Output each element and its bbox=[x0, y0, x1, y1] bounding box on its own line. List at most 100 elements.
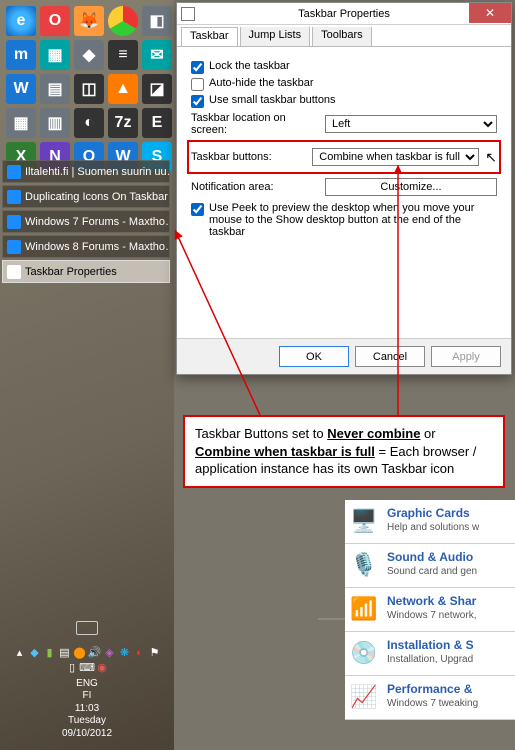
tray-icon[interactable]: ❋ bbox=[119, 647, 131, 659]
time: 11:03 bbox=[0, 703, 174, 716]
maxthon-icon bbox=[7, 165, 21, 179]
apply-button[interactable]: Apply bbox=[431, 346, 501, 367]
taskbar-item[interactable]: Taskbar Properties bbox=[2, 260, 170, 283]
dialog-body: Lock the taskbar Auto-hide the taskbar U… bbox=[177, 47, 511, 360]
customize-button[interactable]: Customize... bbox=[325, 178, 497, 196]
app-pub[interactable]: ◪ bbox=[142, 74, 172, 104]
buttons-label: Taskbar buttons: bbox=[191, 151, 306, 163]
properties-icon bbox=[7, 265, 21, 279]
forum-link[interactable]: Network & Shar bbox=[387, 594, 476, 608]
app-photos[interactable]: ▦ bbox=[40, 40, 70, 70]
tab-strip: Taskbar Jump Lists Toolbars bbox=[177, 25, 511, 47]
taskbar-item-label: Duplicating Icons On Taskbar… bbox=[25, 191, 170, 203]
ok-button[interactable]: OK bbox=[279, 346, 349, 367]
disc-icon: 💿 bbox=[347, 636, 381, 670]
forum-link[interactable]: Performance & bbox=[387, 682, 472, 696]
buttons-select[interactable]: Combine when taskbar is full bbox=[312, 148, 479, 166]
tab-toolbars[interactable]: Toolbars bbox=[312, 27, 372, 46]
taskbar-properties-dialog: Taskbar Properties ✕ Taskbar Jump Lists … bbox=[176, 2, 512, 375]
lock-checkbox[interactable] bbox=[191, 61, 204, 74]
app-proj[interactable]: ▦ bbox=[6, 108, 36, 138]
network-icon: 📶 bbox=[347, 592, 381, 626]
tab-taskbar[interactable]: Taskbar bbox=[181, 27, 238, 46]
forum-link[interactable]: Graphic Cards bbox=[387, 506, 470, 520]
app-cam[interactable]: ◆ bbox=[74, 40, 104, 70]
callout-opt2: Combine when taskbar is full bbox=[195, 444, 375, 459]
autohide-label: Auto-hide the taskbar bbox=[209, 77, 314, 89]
forum-list: 🖥️ Graphic Cards Help and solutions w 🎙️ So… bbox=[345, 500, 515, 720]
tray-icon[interactable]: ⬤ bbox=[74, 647, 86, 659]
taskbar-item[interactable]: Windows 8 Forums - Maxtho… bbox=[2, 235, 170, 258]
taskbar-item-label: Windows 8 Forums - Maxtho… bbox=[25, 241, 170, 253]
forum-row[interactable]: 📶Network & SharWindows 7 network, bbox=[345, 588, 515, 632]
app-vlc[interactable]: ▲ bbox=[108, 74, 138, 104]
date: 09/10/2012 bbox=[0, 728, 174, 741]
tray-icon[interactable]: ⌨ bbox=[81, 662, 93, 674]
app-visio[interactable]: 7z bbox=[108, 108, 138, 138]
autohide-checkbox[interactable] bbox=[191, 78, 204, 91]
taskbar-item[interactable]: Duplicating Icons On Taskbar… bbox=[2, 185, 170, 208]
app-mail[interactable]: ✉ bbox=[142, 40, 172, 70]
tray-icon[interactable]: ▮ bbox=[44, 647, 56, 659]
tray-icon[interactable]: ▤ bbox=[59, 647, 71, 659]
launcher-grid: e O 🦊 ◧ m ▦ ◆ ≡ ✉ W ▤ ◫ ▲ ◪ ▦ ▥ ◐ 7z E X… bbox=[6, 6, 172, 172]
close-button[interactable]: ✕ bbox=[469, 3, 511, 23]
titlebar[interactable]: Taskbar Properties ✕ bbox=[177, 3, 511, 25]
forum-row[interactable]: 🎙️ Sound & Audio Sound card and gen bbox=[345, 544, 515, 588]
microphone-icon: 🎙️ bbox=[347, 548, 381, 582]
app-access[interactable]: ◐ bbox=[74, 108, 104, 138]
tray-icon[interactable]: ▴ bbox=[14, 647, 26, 659]
chart-icon: 📈 bbox=[347, 680, 381, 714]
taskbar-item[interactable]: Iltalehti.fi | Suomen suurin uu… bbox=[2, 160, 170, 183]
tray-icon[interactable]: 🔊 bbox=[89, 647, 101, 659]
forum-row[interactable]: 💿 Installation & S Installation, Upgrad bbox=[345, 632, 515, 676]
app-maxthon[interactable]: m bbox=[6, 40, 36, 70]
tray-icon[interactable]: ◆ bbox=[29, 647, 41, 659]
taskbar-sidebar: e O 🦊 ◧ m ▦ ◆ ≡ ✉ W ▤ ◫ ▲ ◪ ▦ ▥ ◐ 7z E X… bbox=[0, 0, 174, 750]
app-ppt[interactable]: ▤ bbox=[40, 74, 70, 104]
maxthon-icon bbox=[7, 240, 21, 254]
app-word[interactable]: W bbox=[6, 74, 36, 104]
tray-icon[interactable]: ◈ bbox=[104, 647, 116, 659]
taskbar-window-list: Iltalehti.fi | Suomen suurin uu… Duplica… bbox=[2, 160, 170, 285]
forum-link[interactable]: Installation & S bbox=[387, 638, 474, 652]
day: Tuesday bbox=[0, 715, 174, 728]
peek-checkbox[interactable] bbox=[191, 203, 204, 216]
osk-icon[interactable] bbox=[76, 621, 98, 635]
button-bar: OK Cancel Apply bbox=[177, 338, 511, 374]
window-title: Taskbar Properties bbox=[298, 8, 390, 20]
app-opera[interactable]: O bbox=[40, 6, 70, 36]
tray-icon[interactable]: ◐ bbox=[134, 647, 146, 659]
monitor-icon: 🖥️ bbox=[347, 504, 381, 538]
small-checkbox[interactable] bbox=[191, 95, 204, 108]
window-icon bbox=[181, 7, 195, 21]
app-lync[interactable]: E bbox=[142, 108, 172, 138]
forum-sub: Sound card and gen bbox=[387, 566, 477, 577]
forum-row[interactable]: 🖥️ Graphic Cards Help and solutions w bbox=[345, 500, 515, 544]
tray-icon[interactable]: ◉ bbox=[96, 662, 108, 674]
lock-label: Lock the taskbar bbox=[209, 60, 290, 72]
clock[interactable]: ENG FI 11:03 Tuesday 09/10/2012 bbox=[0, 678, 174, 741]
tray-icon[interactable]: ⚑ bbox=[149, 647, 161, 659]
taskbar-item[interactable]: Windows 7 Forums - Maxtho… bbox=[2, 210, 170, 233]
cancel-button[interactable]: Cancel bbox=[355, 346, 425, 367]
forum-sub: Windows 7 tweaking bbox=[387, 698, 478, 709]
app-generic[interactable]: ◧ bbox=[142, 6, 172, 36]
app-sp[interactable]: ▥ bbox=[40, 108, 70, 138]
maxthon-icon bbox=[7, 215, 21, 229]
app-firefox[interactable]: 🦊 bbox=[74, 6, 104, 36]
forum-sub: Help and solutions w bbox=[387, 522, 479, 533]
annotation-callout: Taskbar Buttons set to Never combine or … bbox=[183, 415, 505, 488]
forum-link[interactable]: Sound & Audio bbox=[387, 550, 473, 564]
tab-jumplists[interactable]: Jump Lists bbox=[240, 27, 311, 46]
tray-icon[interactable]: ▯ bbox=[66, 662, 78, 674]
highlight-box: Taskbar buttons: Combine when taskbar is… bbox=[187, 140, 501, 174]
app-vbox[interactable]: ◫ bbox=[74, 74, 104, 104]
app-ie[interactable]: e bbox=[6, 6, 36, 36]
app-chrome[interactable] bbox=[108, 6, 138, 36]
location-select[interactable]: Left bbox=[325, 115, 497, 133]
location-label: Taskbar location on screen: bbox=[191, 112, 319, 136]
forum-sub: Installation, Upgrad bbox=[387, 654, 474, 665]
forum-row[interactable]: 📈 Performance & Windows 7 tweaking bbox=[345, 676, 515, 720]
app-finance[interactable]: ≡ bbox=[108, 40, 138, 70]
